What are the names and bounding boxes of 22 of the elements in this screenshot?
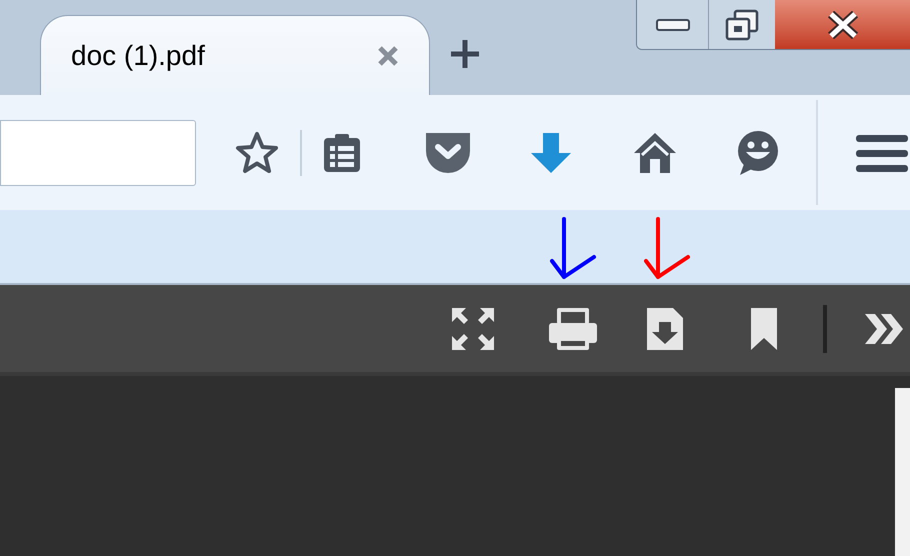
- close-button[interactable]: [775, 0, 910, 49]
- restore-icon: [725, 8, 759, 40]
- new-tab-icon[interactable]: [450, 39, 480, 69]
- bookmark-icon[interactable]: [751, 308, 777, 350]
- address-field[interactable]: [0, 120, 196, 186]
- star-icon[interactable]: [234, 130, 280, 174]
- save-document-icon[interactable]: [647, 308, 683, 350]
- tab-title: doc (1).pdf: [71, 38, 205, 73]
- home-icon[interactable]: [632, 130, 678, 174]
- close-icon[interactable]: [377, 44, 399, 66]
- restore-button[interactable]: [709, 0, 775, 49]
- print-icon[interactable]: [549, 308, 597, 350]
- fullscreen-icon[interactable]: [452, 308, 494, 350]
- clipboard-icon[interactable]: [322, 132, 362, 172]
- minimize-icon: [656, 18, 690, 30]
- browser-tab[interactable]: doc (1).pdf: [40, 15, 430, 95]
- download-icon[interactable]: [529, 130, 573, 174]
- minimize-button[interactable]: [637, 0, 709, 49]
- close-icon: [826, 10, 860, 38]
- pocket-icon[interactable]: [424, 130, 472, 174]
- chevron-double-icon[interactable]: [863, 312, 905, 346]
- menu-icon[interactable]: [856, 132, 908, 172]
